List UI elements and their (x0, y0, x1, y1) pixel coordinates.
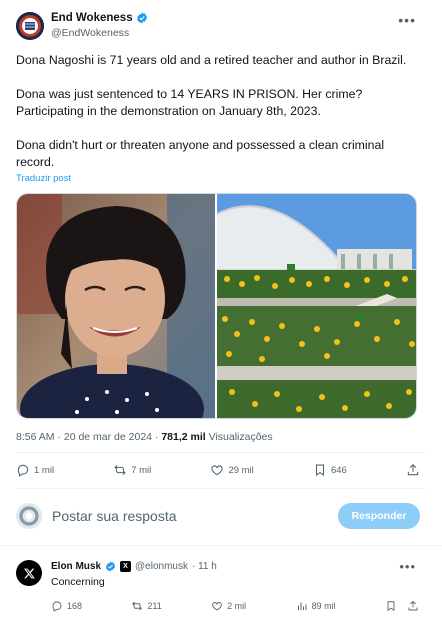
bookmark-icon (315, 464, 324, 476)
author-name[interactable]: End Wokeness (51, 12, 133, 24)
repost-action[interactable]: 211 (131, 600, 162, 612)
divider (16, 452, 426, 453)
like-action[interactable]: 29 mil (210, 463, 254, 477)
views-count: 89 mil (311, 601, 336, 611)
views-action[interactable]: 89 mil (296, 600, 336, 612)
share-action[interactable] (406, 463, 420, 477)
x-logo-icon (23, 568, 35, 578)
reply-button[interactable]: Responder (338, 503, 420, 529)
comment-text: Concerning (51, 576, 105, 588)
more-icon[interactable]: ••• (398, 12, 416, 28)
bookmark-icon (387, 601, 395, 612)
post-actions: 1 mil 7 mil 29 mil 646 (16, 463, 420, 477)
user-avatar[interactable] (16, 503, 42, 529)
reply-input[interactable]: Postar sua resposta (52, 508, 177, 524)
reply-count: 1 mil (34, 464, 55, 476)
translate-link[interactable]: Traduzir post (16, 173, 71, 184)
share-icon (407, 464, 419, 476)
repost-count: 211 (147, 601, 162, 611)
comment-time[interactable]: · 11 h (192, 561, 217, 572)
share-icon (408, 600, 418, 611)
portrait-photo[interactable] (17, 194, 215, 418)
post-text: Dona Nagoshi is 71 years old and a retir… (16, 52, 416, 171)
author-handle[interactable]: @EndWokeness (51, 27, 129, 39)
like-action[interactable]: 2 mil (211, 600, 246, 612)
protest-photo[interactable] (217, 194, 416, 418)
like-icon (211, 465, 224, 476)
more-icon[interactable]: ••• (399, 559, 416, 574)
repost-count: 7 mil (131, 464, 152, 476)
post-paragraph: Dona was just sentenced to 14 YEARS IN P… (16, 87, 363, 118)
views-icon (297, 602, 307, 610)
repost-icon (114, 464, 126, 476)
like-icon (212, 602, 222, 611)
like-count: 2 mil (227, 601, 247, 611)
reply-action[interactable]: 1 mil (16, 463, 54, 477)
reply-icon (17, 464, 29, 477)
views-label: Visualizações (205, 431, 273, 443)
divider (16, 488, 426, 489)
bookmark-action[interactable] (385, 600, 397, 612)
post-paragraph: Dona Nagoshi is 71 years old and a retir… (16, 53, 407, 67)
like-count: 29 mil (228, 464, 254, 476)
bookmark-count: 646 (330, 464, 347, 476)
commenter-name[interactable]: Elon Musk (51, 561, 101, 572)
bookmark-action[interactable]: 646 (313, 463, 347, 477)
share-action[interactable] (407, 600, 419, 612)
views-count: 781,2 mil (161, 431, 206, 443)
repost-action[interactable]: 7 mil (113, 463, 151, 477)
verified-badge-icon (136, 12, 147, 24)
repost-icon (132, 601, 143, 611)
post-timestamp[interactable]: 8:56 AM · 20 de mar de 2024 · (16, 431, 161, 443)
comment-actions: 168 211 2 mil 89 mil (51, 600, 419, 612)
divider (0, 545, 442, 546)
x-affiliate-badge-icon: X (120, 561, 132, 572)
media-grid (16, 193, 417, 419)
author-avatar[interactable] (16, 12, 44, 40)
post-paragraph: Dona didn't hurt or threaten anyone and … (16, 138, 385, 169)
reply-composer: Postar sua resposta Responder (16, 500, 420, 532)
commenter-handle[interactable]: @elonmusk (135, 561, 188, 572)
reply-icon (52, 601, 62, 612)
verified-badge-icon (105, 561, 116, 572)
comment-secondary-actions (385, 600, 419, 612)
commenter-avatar[interactable] (16, 560, 42, 586)
commenter-header: Elon Musk X @elonmusk · 11 h (51, 561, 217, 572)
reply-count: 168 (67, 601, 83, 611)
post-meta: 8:56 AM · 20 de mar de 2024 · 781,2 mil … (16, 431, 273, 443)
author-name-row[interactable]: End Wokeness (51, 12, 148, 24)
reply-action[interactable]: 168 (51, 600, 82, 612)
